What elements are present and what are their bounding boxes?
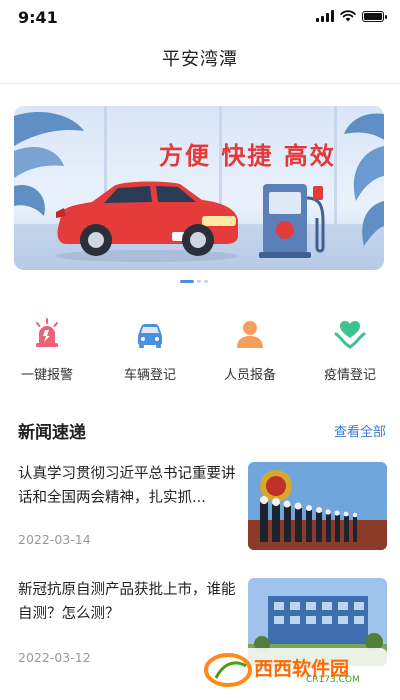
news-date: 2022-03-14: [18, 532, 91, 547]
status-time: 9:41: [18, 8, 58, 27]
carousel-indicator[interactable]: [180, 280, 208, 283]
news-date: 2022-03-12: [18, 650, 91, 665]
quick-action-label: 人员报备: [223, 368, 276, 383]
banner-carousel[interactable]: 方便 快捷 高效: [14, 106, 384, 270]
carousel-dot-active[interactable]: [180, 280, 194, 283]
news-section-title: 新闻速递: [18, 423, 86, 443]
status-icons: [316, 10, 387, 22]
charging-station-illustration: [259, 184, 325, 258]
quick-action-epidemic-registration[interactable]: 疫情登记: [310, 318, 390, 383]
banner-slogan: 方便 快捷 高效: [159, 142, 336, 170]
battery-icon: [362, 11, 387, 22]
quick-action-personnel-report[interactable]: 人员报备: [210, 318, 290, 383]
quick-action-label: 一键报警: [20, 368, 73, 383]
watermark-domain: CR173.COM: [306, 675, 360, 685]
watermark-logo-icon: [204, 653, 252, 687]
quick-action-vehicle-registration[interactable]: 车辆登记: [110, 318, 190, 383]
carousel-dot[interactable]: [197, 280, 201, 283]
news-thumbnail: [248, 462, 387, 550]
siren-icon: [36, 318, 58, 347]
news-item[interactable]: 认真学习贯彻习近平总书记重要讲话和全国两会精神，扎实抓... 2022-03-1…: [18, 462, 388, 556]
person-icon: [237, 321, 263, 348]
heart-hands-icon: [334, 321, 366, 349]
news-title: 新冠抗原自测产品获批上市，谁能自测？怎么测？: [18, 582, 236, 622]
wifi-icon: [340, 10, 356, 22]
red-car-illustration: [55, 181, 239, 262]
quick-actions: 一键报警 车辆登记 人员报备 疫情登记: [0, 318, 400, 383]
view-all-link[interactable]: 查看全部: [334, 421, 386, 440]
status-bar: 9:41: [0, 0, 400, 36]
cellular-signal-icon: [316, 10, 334, 22]
quick-action-label: 车辆登记: [123, 368, 176, 383]
palm-leaf-right-illustration: [344, 113, 384, 246]
nav-bar: 平安湾潭: [0, 36, 400, 84]
carousel-dot[interactable]: [204, 280, 208, 283]
car-icon: [138, 324, 162, 348]
watermark: 西西软件园 CR173.COM: [196, 648, 388, 692]
page-title: 平安湾潭: [162, 49, 238, 70]
news-title: 认真学习贯彻习近平总书记重要讲话和全国两会精神，扎实抓...: [18, 466, 236, 506]
quick-action-emergency-alarm[interactable]: 一键报警: [7, 318, 87, 383]
quick-action-label: 疫情登记: [323, 368, 376, 383]
